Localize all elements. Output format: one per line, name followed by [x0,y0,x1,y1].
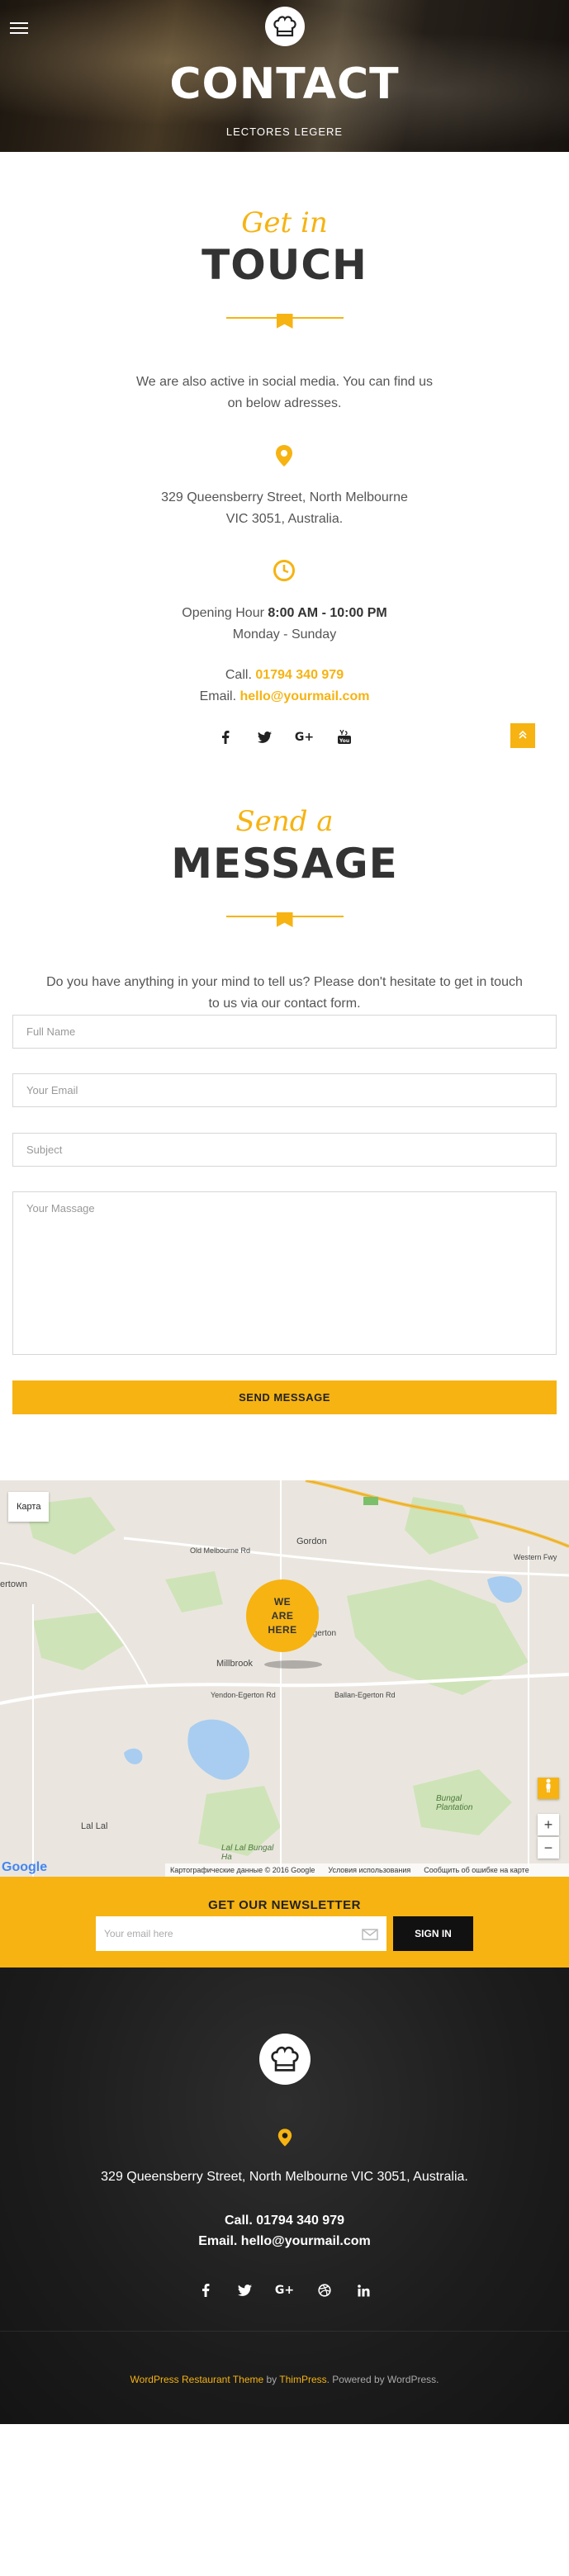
envelope-icon [362,1916,378,1951]
newsletter-email-input[interactable]: Your email here [96,1916,386,1951]
google-logo: Google [2,1860,48,1874]
send-message-button[interactable]: SEND MESSAGE [12,1380,557,1414]
page-title: CONTACT [169,59,400,109]
newsletter-signin-button[interactable]: SIGN IN [393,1916,473,1951]
map-label: Millbrook [216,1659,254,1669]
footer-email: Email. hello@yourmail.com [198,2234,371,2248]
zoom-out-button[interactable]: − [538,1837,559,1859]
address-line1: 329 Queensberry Street, North Melbourne [161,490,408,504]
contact-call: Call. 01794 340 979 [225,668,344,682]
google-plus-icon[interactable]: G+ [295,728,314,746]
we-are-here-marker[interactable]: WE ARE HERE [246,1579,319,1652]
map-label: Old Melbourne Rd [190,1546,251,1555]
newsletter-title: GET OUR NEWSLETTER [208,1898,361,1912]
newsletter-section: GET OUR NEWSLETTER Your email here SIGN … [0,1877,569,1968]
message-intro-line2: to us via our contact form. [208,997,361,1011]
dribbble-icon[interactable] [315,2281,334,2299]
opening-days: Monday - Sunday [232,627,337,642]
subject-input[interactable]: Subject [12,1133,557,1167]
facebook-icon[interactable] [216,728,235,746]
footer-divider [0,2331,569,2332]
twitter-icon[interactable] [256,728,274,746]
scroll-to-top-button[interactable] [510,723,535,748]
facebook-icon[interactable] [197,2281,215,2299]
map-label: Lal Lal Bungal Ha [221,1844,274,1862]
page-subtitle: LECTORES LEGERE [225,125,344,138]
zoom-in-button[interactable]: + [538,1814,559,1835]
chef-hat-icon[interactable] [259,2034,311,2085]
chef-hat-icon[interactable] [265,7,305,46]
map-background [0,1480,569,1877]
road-badge [363,1497,378,1505]
map-pin-icon [277,2128,292,2152]
touch-title: TOUCH [202,241,367,289]
svg-text:You: You [339,738,349,744]
section-divider [225,314,344,330]
linkedin-icon[interactable] [355,2281,373,2299]
menu-icon[interactable] [10,22,28,34]
full-name-input[interactable]: Full Name [12,1015,557,1049]
pin-shadow [264,1660,322,1669]
map-terms-link[interactable]: Условия использования [328,1866,410,1874]
map-attribution: Картографические данные © 2016 Google Ус… [165,1863,569,1877]
youtube-icon[interactable]: You [335,728,353,746]
map-label: Bungal Plantation [436,1794,473,1812]
site-footer: 329 Queensberry Street, North Melbourne … [0,1968,569,2424]
social-links: G+ You [0,728,569,746]
map-type-button[interactable]: Карта [8,1492,50,1522]
footer-social-links: G+ [0,2281,569,2299]
phone-link[interactable]: 01794 340 979 [255,668,344,682]
hero-banner: CONTACT LECTORES LEGERE [0,0,569,152]
map-label: Yendon-Egerton Rd [211,1691,276,1699]
map-label: Western Fwy [514,1553,557,1561]
message-intro-line1: Do you have anything in your mind to tel… [46,975,523,989]
touch-script: Get in [241,206,328,239]
map-label: Gordon [296,1537,327,1546]
section-divider [225,912,344,929]
email-link[interactable]: hello@yourmail.com [239,689,369,703]
message-script: Send a [235,805,334,838]
address-line2: VIC 3051, Australia. [225,512,344,526]
author-link[interactable]: ThimPress [279,2374,326,2385]
footer-address: 329 Queensberry Street, North Melbourne … [101,2170,468,2184]
pegman-icon[interactable] [538,1778,559,1799]
clock-icon [273,559,296,586]
social-intro-line2: on below adresses. [227,396,342,410]
footer-call: Call. 01794 340 979 [224,2214,344,2228]
map-label: Lal Lal [81,1821,108,1831]
get-in-touch-heading: Get in [0,206,569,239]
footer-copyright: WordPress Restaurant Theme by ThimPress.… [130,2374,439,2385]
contact-email: Email. hello@yourmail.com [199,689,370,703]
opening-hours: Opening Hour 8:00 AM - 10:00 PM [182,606,387,620]
map-pin-icon [275,444,293,471]
twitter-icon[interactable] [236,2281,254,2299]
map-report-link[interactable]: Сообщить об ошибке на карте [424,1866,529,1874]
message-title: MESSAGE [171,840,398,888]
email-input[interactable]: Your Email [12,1073,557,1107]
chevron-up-icon [518,729,528,742]
social-intro-line1: We are also active in social media. You … [135,375,434,389]
theme-link[interactable]: WordPress Restaurant Theme [130,2374,264,2385]
map-label: ertown [0,1579,28,1589]
google-plus-icon[interactable]: G+ [275,2281,294,2299]
message-textarea[interactable]: Your Massage [12,1191,557,1355]
location-map[interactable]: Карта Gordon Millbrook Lal Lal Bungal Pl… [0,1480,569,1877]
map-label: Ballan-Egerton Rd [334,1691,396,1699]
